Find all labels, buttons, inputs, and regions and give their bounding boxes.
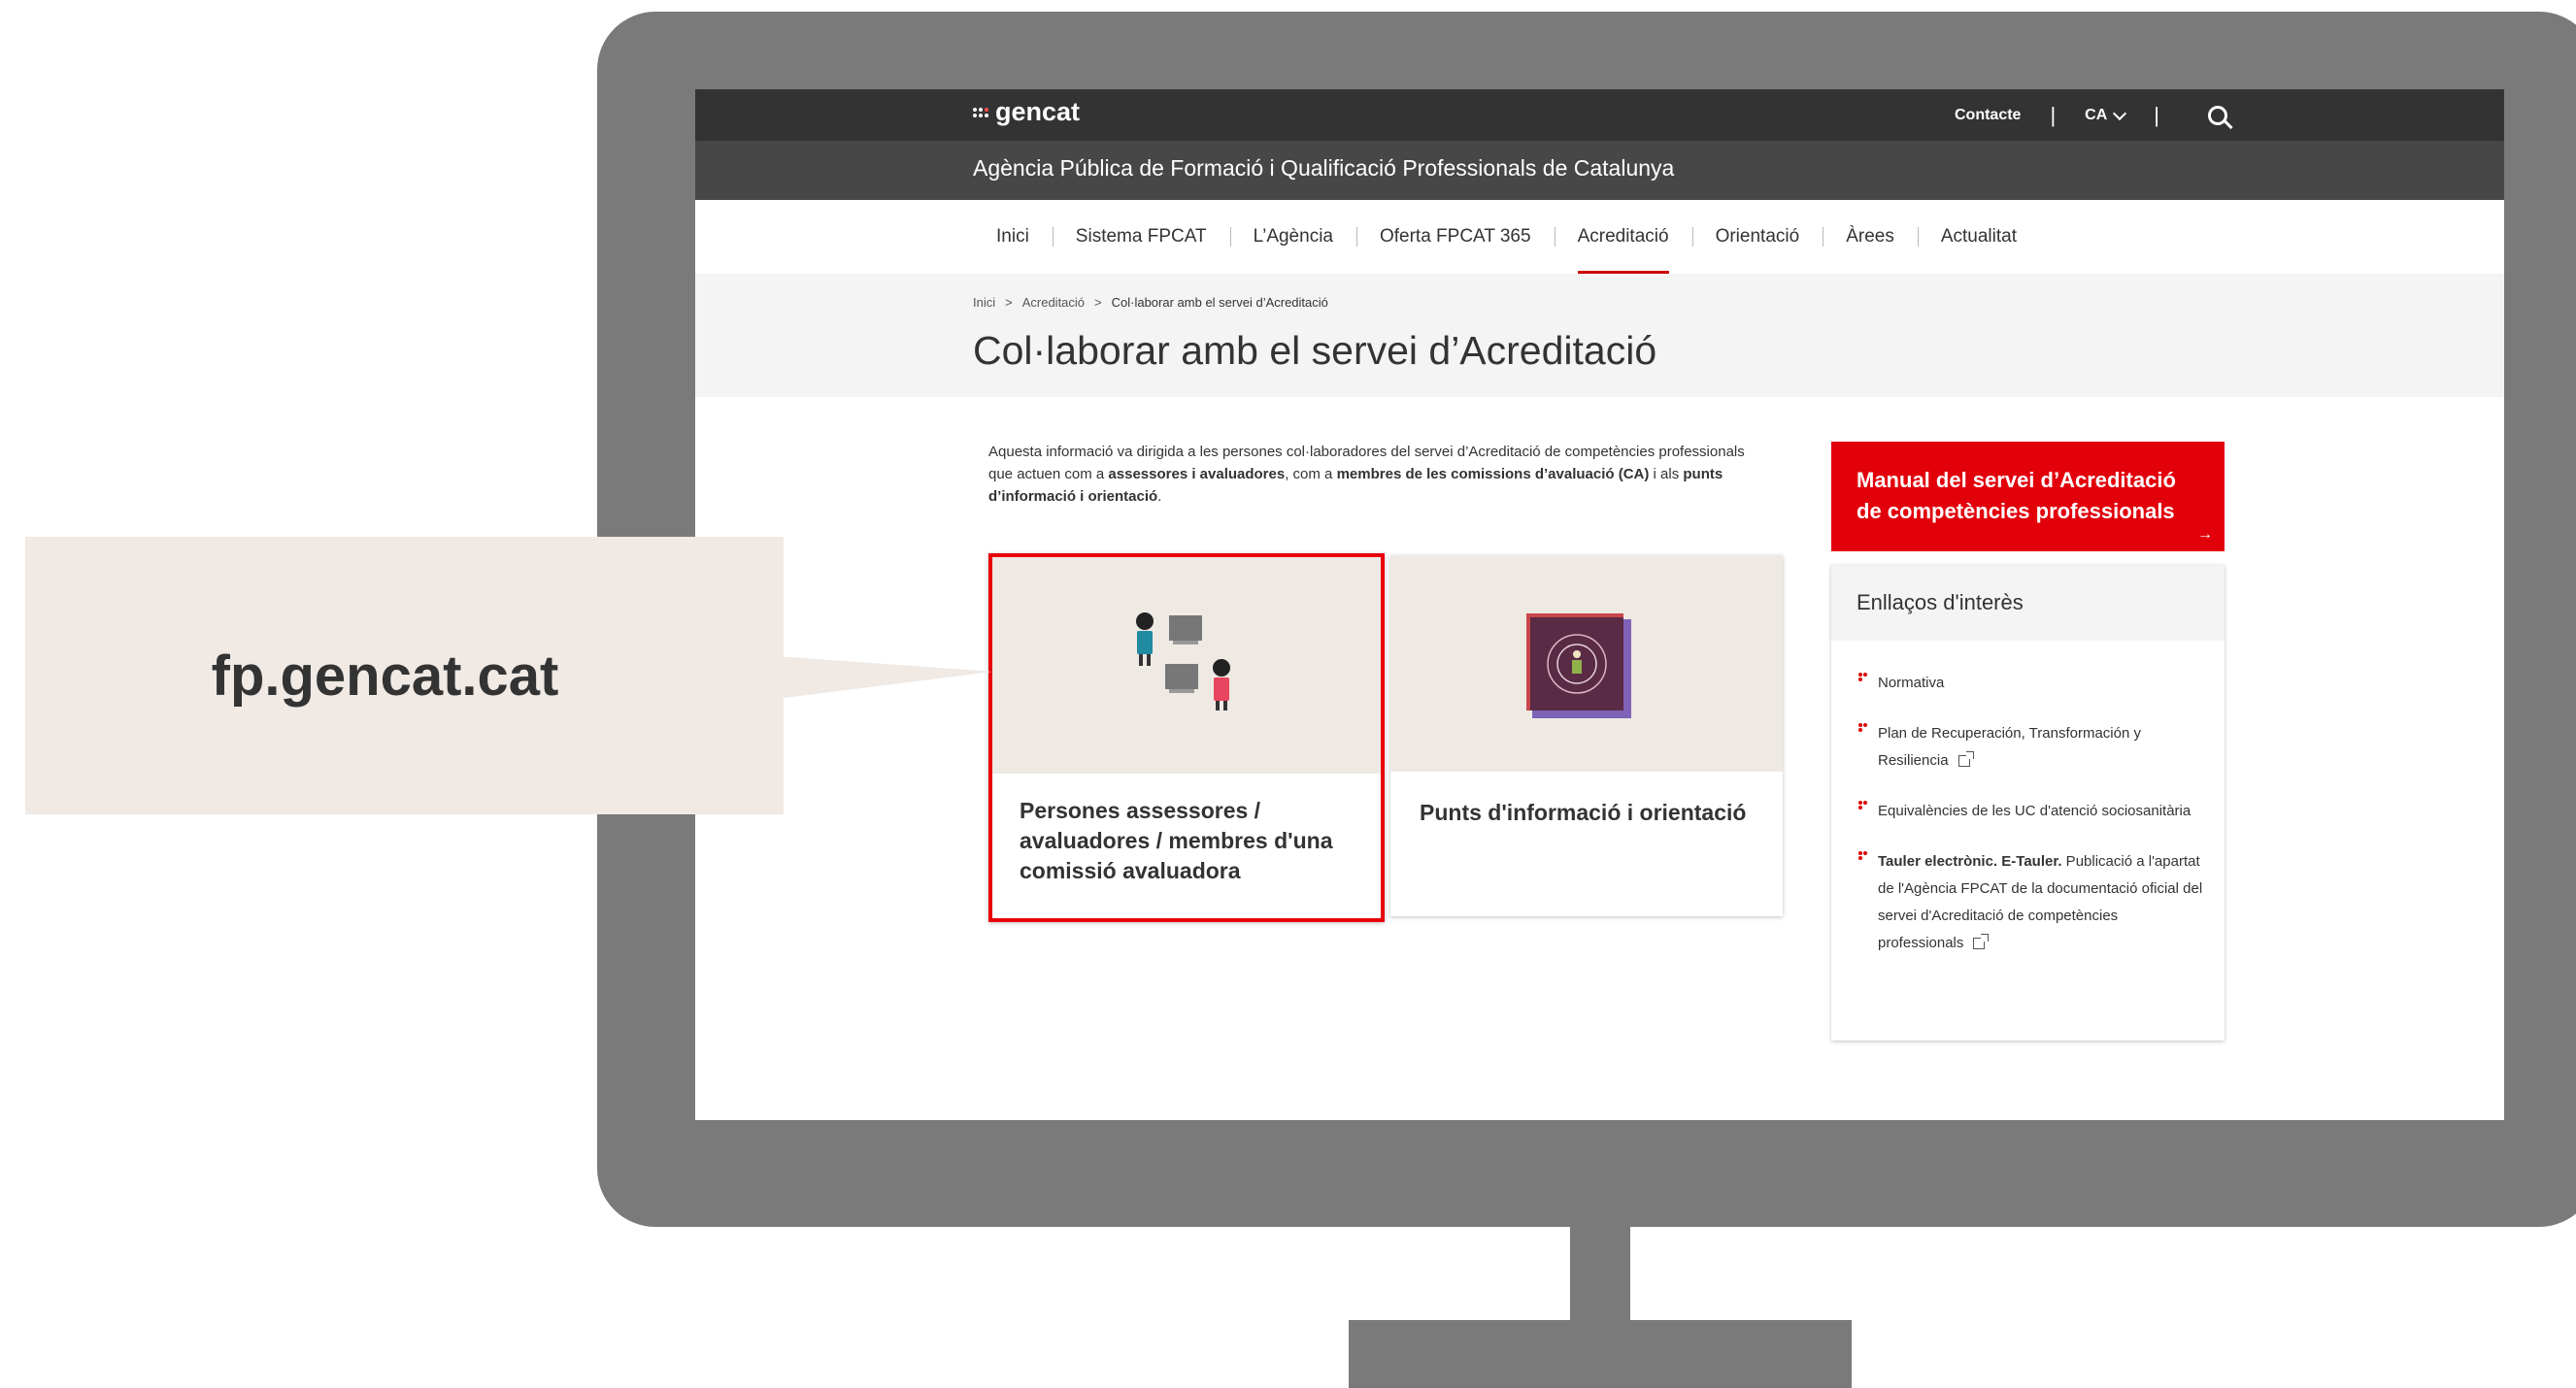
agency-bar: Agència Pública de Formació i Qualificac… <box>695 141 2504 200</box>
link-plan-recuperacion[interactable]: Plan de Recuperación, Transformación y R… <box>1857 720 2205 775</box>
chevron-down-icon <box>2113 106 2127 120</box>
card-title: Persones assessores / avaluadores / memb… <box>1020 798 1333 883</box>
link-equivalencies[interactable]: Equivalències de les UC d'atenció socios… <box>1857 798 2205 825</box>
nav-item-orientacio[interactable]: Orientació <box>1691 200 1823 274</box>
breadcrumb-home[interactable]: Inici <box>973 295 995 310</box>
top-utilities: Contacte | CA | <box>1955 89 2227 141</box>
card-punts-informacio[interactable]: Punts d'informació i orientació <box>1390 555 1783 916</box>
gencat-bullet-icon <box>1858 673 1870 682</box>
intro-part: . <box>1157 488 1162 505</box>
link-etauler[interactable]: Tauler electrònic. E-Tauler. Publicació … <box>1857 848 2205 957</box>
info-point-icon <box>1526 613 1631 718</box>
card-image <box>1390 555 1783 772</box>
links-header: Enllaços d'interès <box>1831 565 2225 641</box>
agency-title[interactable]: Agència Pública de Formació i Qualificac… <box>973 155 1674 182</box>
top-bar: gencat Contacte | CA | <box>695 89 2504 141</box>
links-list: Normativa Plan de Recuperación, Transfor… <box>1857 670 2205 980</box>
link-label: Plan de Recuperación, Transformación y R… <box>1878 725 2141 769</box>
page-header: Inici > Acreditació > Col·laborar amb el… <box>695 274 2504 397</box>
people-computers-icon <box>1136 612 1230 711</box>
intro-part: , com a <box>1285 466 1337 482</box>
breadcrumb: Inici > Acreditació > Col·laborar amb el… <box>973 295 1328 310</box>
nav-items: Inici Sistema FPCAT L’Agència Oferta FPC… <box>973 200 2040 275</box>
divider: | <box>2050 102 2057 127</box>
breadcrumb-section[interactable]: Acreditació <box>1022 295 1085 310</box>
nav-item-actualitat[interactable]: Actualitat <box>1917 200 2040 274</box>
logo-dots-icon <box>973 107 988 117</box>
breadcrumb-sep: > <box>1094 295 1102 310</box>
arrow-right-icon: → <box>2197 526 2213 543</box>
page-title: Col·laborar amb el servei d’Acreditació <box>973 328 1657 373</box>
search-icon[interactable] <box>2208 105 2227 125</box>
browser-screen: gencat Contacte | CA | Agència Pública d… <box>695 89 2504 1120</box>
links-box: Enllaços d'interès Normativa Plan de Rec… <box>1831 565 2225 1041</box>
logo-text: gencat <box>995 97 1081 126</box>
nav-item-acreditacio[interactable]: Acreditació <box>1554 200 1692 275</box>
callout-url: fp.gencat.cat <box>211 644 559 708</box>
external-link-icon <box>1973 934 1990 950</box>
intro-bold: membres de les comissions d’avaluació (C… <box>1336 466 1650 482</box>
manual-label: Manual del servei d’Acreditació de compe… <box>1857 468 2176 523</box>
monitor-neck <box>1570 1225 1630 1322</box>
card-persones-assessores[interactable]: Persones assessores / avaluadores / memb… <box>988 553 1385 922</box>
language-label: CA <box>2085 106 2108 123</box>
intro-bold: assessores i avaluadores <box>1108 466 1286 482</box>
nav-item-oferta-fpcat[interactable]: Oferta FPCAT 365 <box>1355 200 1555 274</box>
card-title: Punts d'informació i orientació <box>1420 800 1747 825</box>
card-image <box>992 557 1381 774</box>
breadcrumb-current: Col·laborar amb el servei d’Acreditació <box>1111 295 1328 310</box>
nav-item-sistema-fpcat[interactable]: Sistema FPCAT <box>1052 200 1230 274</box>
link-label: Normativa <box>1878 675 1945 691</box>
nav-item-agencia[interactable]: L’Agència <box>1229 200 1356 274</box>
main-nav: Inici Sistema FPCAT L’Agència Oferta FPC… <box>695 200 2504 275</box>
link-label: Equivalències de les UC d'atenció socios… <box>1878 803 2191 819</box>
gencat-bullet-icon <box>1858 851 1870 861</box>
intro-part: i als <box>1649 466 1684 482</box>
divider: | <box>2154 102 2159 127</box>
gencat-bullet-icon <box>1858 723 1870 733</box>
external-link-icon <box>1957 751 1974 768</box>
nav-item-arees[interactable]: Àrees <box>1823 200 1918 274</box>
manual-button[interactable]: Manual del servei d’Acreditació de compe… <box>1831 442 2225 551</box>
breadcrumb-sep: > <box>1005 295 1013 310</box>
intro-text: Aquesta informació va dirigida a les per… <box>988 441 1756 508</box>
url-callout: fp.gencat.cat <box>25 537 784 814</box>
gencat-logo[interactable]: gencat <box>973 97 1080 127</box>
links-title: Enllaços d'interès <box>1857 590 2024 614</box>
nav-item-inici[interactable]: Inici <box>973 200 1053 274</box>
monitor-stand <box>1349 1320 1852 1388</box>
gencat-bullet-icon <box>1858 801 1870 810</box>
contact-link[interactable]: Contacte <box>1955 107 2021 124</box>
language-selector[interactable]: CA <box>2085 106 2127 124</box>
link-normativa[interactable]: Normativa <box>1857 670 2205 697</box>
link-label-bold: Tauler electrònic. E-Tauler. <box>1878 853 2062 870</box>
